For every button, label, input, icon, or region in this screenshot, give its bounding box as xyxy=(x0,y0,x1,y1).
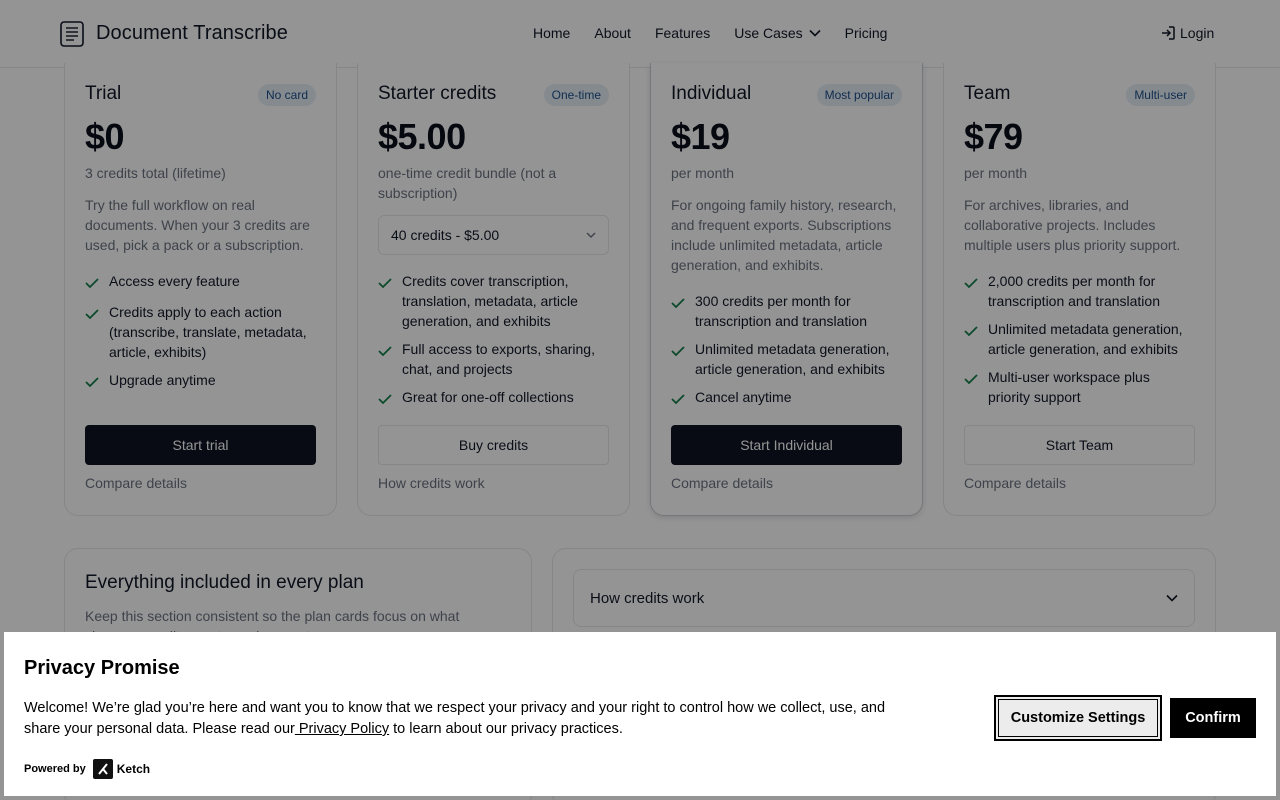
privacy-policy-link[interactable]: Privacy Policy xyxy=(295,721,389,737)
powered-by-label: Powered by xyxy=(24,763,86,775)
customize-settings-button[interactable]: Customize Settings xyxy=(994,695,1162,741)
ketch-brand: Ketch xyxy=(116,762,151,776)
ketch-logo-icon xyxy=(92,759,113,779)
banner-title: Privacy Promise xyxy=(24,657,180,679)
banner-text: Welcome! We’re glad you’re here and want… xyxy=(24,698,924,740)
powered-by: Powered by Ketch xyxy=(24,759,150,779)
confirm-button[interactable]: Confirm xyxy=(1170,698,1256,738)
banner-text-end: to learn about our privacy practices. xyxy=(389,721,623,737)
cookie-consent-banner: Privacy Promise Welcome! We’re glad you’… xyxy=(4,632,1276,796)
